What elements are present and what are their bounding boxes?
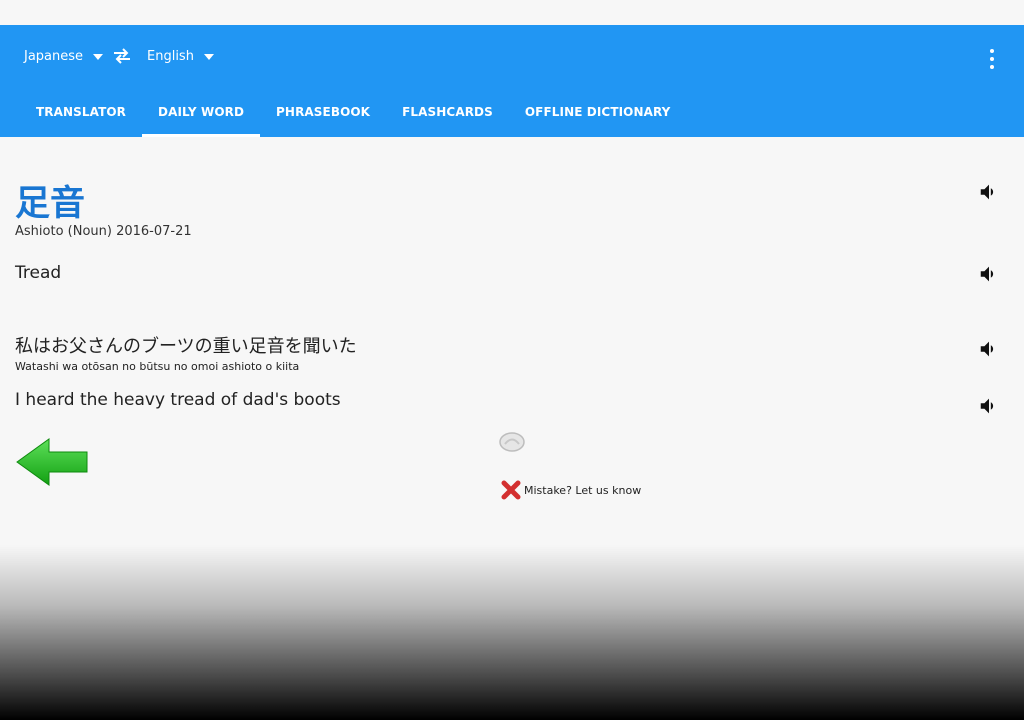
green-left-arrow-icon[interactable] [15,437,89,487]
tab-daily-word[interactable]: DAILY WORD [142,87,261,137]
word-translation: Tread [15,263,62,283]
chevron-down-icon [203,53,214,60]
chevron-down-icon [93,53,104,60]
word-reading: Ashioto (Noun) 2016-07-21 [15,224,192,239]
daily-word-title: 足音 [15,184,86,224]
target-language-dropdown[interactable]: English [147,49,214,64]
app-bar: Japanese English TRANSLATOR DAILY WORD P… [0,25,1024,137]
source-language-label: Japanese [24,49,84,64]
mistake-label: Mistake? Let us know [524,483,642,497]
tab-phrasebook[interactable]: PHRASEBOOK [260,87,386,137]
speaker-icon[interactable] [978,263,1000,285]
tab-flashcards[interactable]: FLASHCARDS [386,87,509,137]
tab-translator[interactable]: TRANSLATOR [20,87,142,137]
speaker-icon[interactable] [978,338,1000,360]
daily-word-content: 足音 Ashioto (Noun) 2016-07-21 Tread 私はお父さ… [0,137,1024,720]
speaker-icon[interactable] [978,181,1000,203]
red-x-icon [501,480,521,500]
cloud-icon [498,429,526,453]
source-language-dropdown[interactable]: Japanese [24,49,104,64]
language-selector-row: Japanese English [0,25,1024,87]
swap-languages-icon[interactable] [111,45,133,67]
example-sentence-japanese: 私はお父さんのブーツの重い足音を聞いた [15,336,357,357]
example-sentence-english: I heard the heavy tread of dad's boots [15,390,341,410]
more-vert-icon[interactable] [984,49,1000,69]
speaker-icon[interactable] [978,395,1000,417]
report-mistake-link[interactable]: Mistake? Let us know [501,480,641,500]
tab-bar: TRANSLATOR DAILY WORD PHRASEBOOK FLASHCA… [20,87,686,137]
target-language-label: English [147,49,194,64]
example-sentence-romaji: Watashi wa otōsan no būtsu no omoi ashio… [15,360,300,373]
status-bar [0,0,1024,25]
tab-offline-dictionary[interactable]: OFFLINE DICTIONARY [509,87,687,137]
